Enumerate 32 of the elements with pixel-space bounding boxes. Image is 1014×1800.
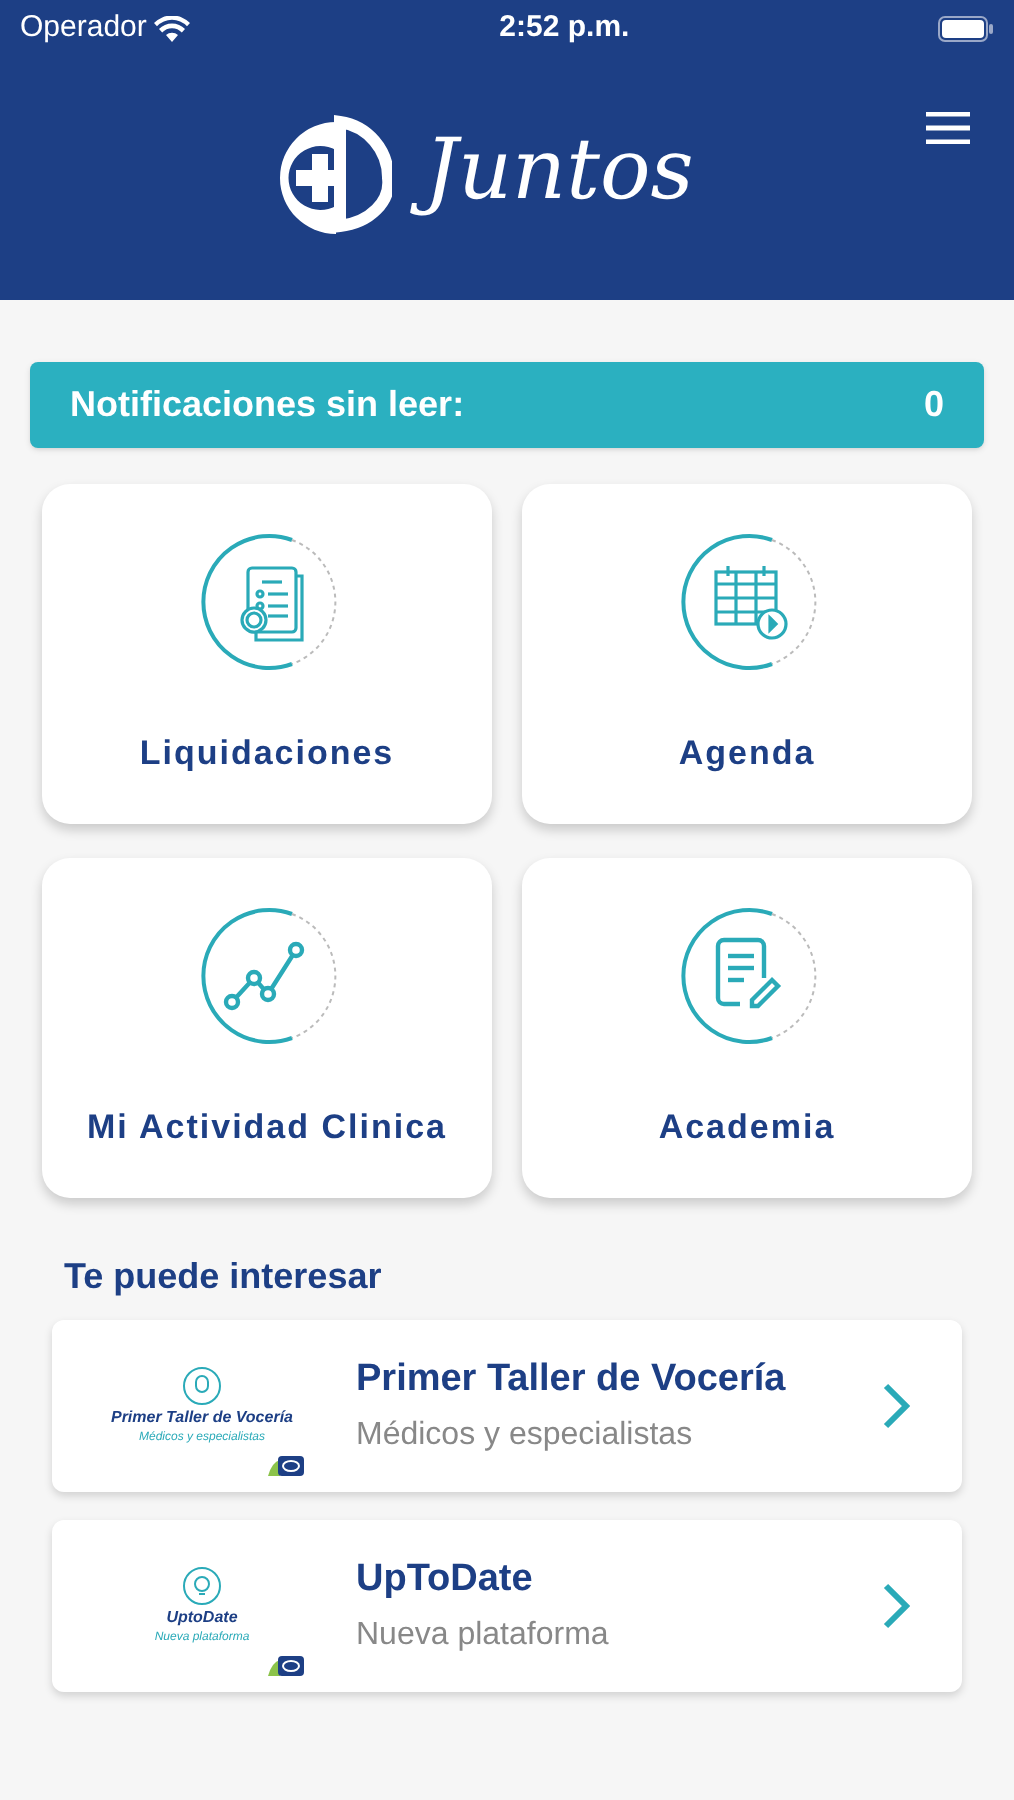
tile-label: Mi Actividad Clinica xyxy=(87,1106,447,1150)
chevron-right-icon xyxy=(882,1382,910,1430)
menu-tile[interactable]: Agenda xyxy=(522,484,972,824)
lightbulb-icon xyxy=(182,1565,222,1605)
menu-tile[interactable]: Liquidaciones xyxy=(42,484,492,824)
suggestion-subtitle: Nueva plataforma xyxy=(356,1616,611,1657)
battery-icon xyxy=(938,15,994,41)
document-icon xyxy=(675,906,819,1050)
invoice-icon xyxy=(195,532,339,676)
carrier-name: Operador xyxy=(20,7,147,48)
chevron-right-icon xyxy=(882,1582,910,1630)
status-time: 2:52 p.m. xyxy=(499,7,630,48)
thumbnail-title: UptoDate xyxy=(166,1605,238,1629)
menu-tile[interactable]: Academia xyxy=(522,858,972,1198)
wifi-icon xyxy=(154,15,191,41)
suggestion-subtitle: Médicos y especialistas xyxy=(356,1416,695,1457)
tile-label: Agenda xyxy=(678,732,816,776)
chart-icon xyxy=(195,906,339,1050)
suggestion-title: Primer Taller de Vocería xyxy=(356,1355,788,1404)
section-title: Te puede interesar xyxy=(64,1254,384,1300)
notifications-count: 0 xyxy=(923,382,944,428)
suggestion-title: UpToDate xyxy=(356,1555,535,1604)
brand-icon xyxy=(268,1456,304,1476)
calendar-icon xyxy=(675,532,819,676)
tile-label: Academia xyxy=(658,1106,836,1150)
brand-icon xyxy=(268,1656,304,1676)
thumbnail-title: Primer Taller de Vocería xyxy=(110,1405,293,1429)
menu-tile[interactable]: Mi Actividad Clinica xyxy=(42,858,492,1198)
logo-text: Juntos xyxy=(400,111,718,229)
menu-icon xyxy=(926,112,970,144)
tile-label: Liquidaciones xyxy=(139,732,395,776)
notifications-label: Notificaciones sin leer: xyxy=(70,382,465,428)
